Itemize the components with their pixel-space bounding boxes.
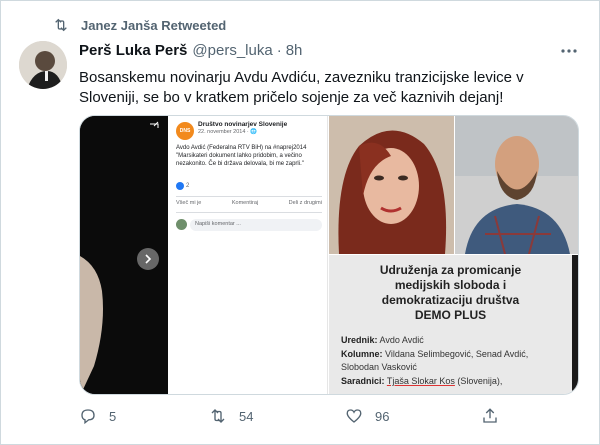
fb-page-name: Društvo novinarjev Slovenije <box>198 121 288 128</box>
document-title-line: DEMO PLUS <box>414 308 487 322</box>
fb-action-bar: Všeč mi je Komentiraj Deli z drugimi <box>176 200 322 206</box>
retweet-label: Janez Janša Retweeted <box>81 17 227 33</box>
like-button[interactable]: 96 <box>345 407 389 425</box>
like-count: 96 <box>375 408 390 424</box>
share-icon <box>481 407 499 425</box>
video-thumbnail[interactable] <box>80 116 168 394</box>
fb-commenter-avatar <box>176 219 187 230</box>
tweet-text: Bosanskemu novinarju Avdu Avdiću, zavezn… <box>79 69 524 106</box>
facebook-post-screenshot[interactable]: DNS Društvo novinarjev Slovenije 22. nov… <box>168 116 328 394</box>
contributors-label: Saradnici: <box>341 376 385 386</box>
fb-reactions: 2 <box>176 182 189 190</box>
woman-portrait-photo[interactable] <box>329 116 454 254</box>
more-options-icon[interactable] <box>559 41 579 61</box>
retweet-button[interactable]: 54 <box>209 407 253 425</box>
document-columns-row: Kolumne: Vildana Selimbegović, Senad Avd… <box>341 348 528 360</box>
share-button[interactable] <box>481 407 511 425</box>
editor-label: Urednik: <box>341 335 378 345</box>
columns-value-2: Slobodan Vasković <box>341 362 417 372</box>
dns-logo: DNS <box>176 122 194 140</box>
retweet-icon <box>209 407 227 425</box>
fb-post-body: Avdo Avdić (Federalna RTV BiH) na #napre… <box>176 145 307 167</box>
fb-comment-box: Napiši komentar ... <box>190 219 322 231</box>
tweet-action-bar: 5 54 96 <box>79 407 579 429</box>
chevron-right-icon[interactable] <box>137 248 159 270</box>
heart-icon <box>345 407 363 425</box>
document-title: Udruženja za promicanje medijskih slobod… <box>329 263 572 323</box>
author-name[interactable]: Perš Luka Perš <box>79 42 187 59</box>
media-grid[interactable]: DNS Društvo novinarjev Slovenije 22. nov… <box>79 115 579 395</box>
tweet-card[interactable]: Janez Janša Retweeted Perš Luka Perš @pe… <box>0 0 600 445</box>
author-handle[interactable]: @pers_luka <box>192 42 272 59</box>
avatar[interactable] <box>19 41 67 89</box>
document-edge <box>572 255 578 394</box>
document-title-line: Udruženja za promicanje <box>379 263 522 277</box>
document-photo[interactable]: Udruženja za promicanje medijskih slobod… <box>329 255 578 394</box>
contributors-suffix: (Slovenija), <box>457 376 503 386</box>
divider <box>176 196 322 197</box>
man-portrait-photo[interactable] <box>455 116 578 254</box>
fb-comment-action: Komentiraj <box>231 200 259 206</box>
tweet-header: Perš Luka Perš @pers_luka · 8h <box>79 42 302 59</box>
retweet-count: 54 <box>239 408 254 424</box>
columns-value: Vildana Selimbegović, Senad Avdić, <box>385 349 529 359</box>
document-columns-row-2: Slobodan Vasković <box>341 361 417 373</box>
reply-button[interactable]: 5 <box>79 407 116 425</box>
columns-label: Kolumne: <box>341 349 383 359</box>
document-title-line: demokratizaciju društva <box>381 293 520 307</box>
document-contributors-row: Saradnici: Tjaša Slokar Kos (Slovenija), <box>341 375 502 387</box>
fb-like-action: Všeč mi je <box>176 200 202 206</box>
timestamp[interactable]: 8h <box>286 42 303 59</box>
editor-value: Avdo Avdić <box>379 335 424 345</box>
document-title-line: medijskih sloboda i <box>394 278 507 292</box>
contributors-value: Tjaša Slokar Kos <box>386 376 455 386</box>
divider <box>176 212 322 213</box>
fb-reaction-count: 2 <box>186 183 190 189</box>
retweet-icon <box>53 17 69 33</box>
reply-icon <box>79 407 97 425</box>
like-reaction-icon <box>176 182 184 190</box>
fb-share-action: Deli z drugimi <box>288 200 322 206</box>
retweet-indicator[interactable]: Janez Janša Retweeted <box>53 16 226 34</box>
separator: · <box>276 42 282 59</box>
reply-count: 5 <box>109 408 117 424</box>
fb-post-date: 22. november 2014 · 🌐 <box>198 129 258 135</box>
document-editor-row: Urednik: Avdo Avdić <box>341 334 424 346</box>
